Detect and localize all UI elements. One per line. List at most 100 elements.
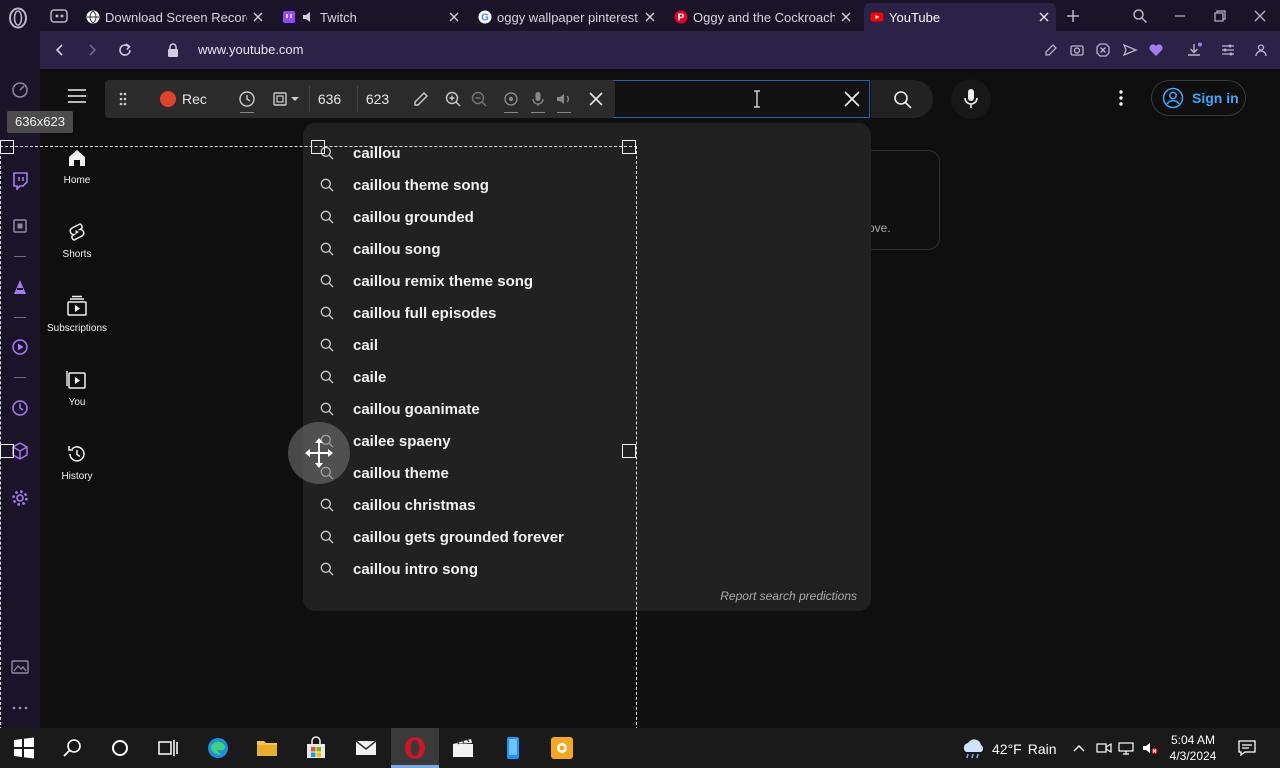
- suggestion-item[interactable]: caillou remix theme song: [303, 266, 871, 296]
- search-button[interactable]: [871, 80, 933, 118]
- chevron-up-icon[interactable]: [1071, 741, 1087, 755]
- drag-grip-icon[interactable]: [119, 91, 127, 107]
- meet-now-icon[interactable]: [1096, 741, 1112, 755]
- lock-icon[interactable]: [167, 43, 179, 57]
- resize-handle[interactable]: [0, 444, 14, 458]
- opera-logo-icon[interactable]: [8, 7, 28, 29]
- tab-island-icon[interactable]: [48, 6, 70, 26]
- chip-icon[interactable]: [10, 216, 30, 236]
- capture-height-field[interactable]: 623: [357, 86, 397, 112]
- new-tab-icon[interactable]: [1065, 8, 1081, 24]
- tab-download-screen-recorder[interactable]: Download Screen Recorder: [80, 3, 270, 31]
- suggestion-item[interactable]: caillou theme: [303, 458, 871, 488]
- suggestion-item[interactable]: caile: [303, 362, 871, 392]
- tab-oggy-cockroaches[interactable]: P Oggy and the Cockroaches: [668, 3, 858, 31]
- edge-icon[interactable]: [206, 736, 230, 760]
- nav-home[interactable]: Home: [40, 147, 114, 186]
- more-options-icon[interactable]: [1116, 88, 1126, 108]
- zoom-out-icon[interactable]: [470, 90, 488, 108]
- nav-subscriptions[interactable]: Subscriptions: [40, 295, 114, 334]
- resize-handle[interactable]: [622, 140, 636, 154]
- close-icon[interactable]: [1038, 11, 1050, 23]
- volume-muted-icon[interactable]: [1142, 741, 1158, 755]
- more-icon[interactable]: [10, 698, 30, 718]
- suggestion-item[interactable]: caillou song: [303, 234, 871, 264]
- record-button-label[interactable]: Rec: [182, 91, 207, 107]
- tab-youtube[interactable]: YouTube: [864, 3, 1056, 31]
- capture-area-icon[interactable]: [272, 90, 290, 108]
- restore-icon[interactable]: [1212, 8, 1228, 24]
- pencil-icon[interactable]: [412, 90, 430, 108]
- system-clock[interactable]: 5:04 AM 4/3/2024: [1168, 732, 1218, 764]
- tab-oggy-wallpaper[interactable]: G oggy wallpaper pinterest -: [472, 3, 662, 31]
- profile-icon[interactable]: [1253, 42, 1269, 58]
- suggestion-item[interactable]: caillou gets grounded forever: [303, 522, 871, 552]
- clear-search-icon[interactable]: [842, 89, 862, 109]
- easy-setup-icon[interactable]: [1220, 42, 1236, 58]
- close-window-icon[interactable]: [1252, 8, 1268, 24]
- suggestion-item[interactable]: cailee spaeny: [303, 426, 871, 456]
- webcam-icon[interactable]: [502, 90, 520, 108]
- download-icon[interactable]: [1186, 42, 1202, 58]
- suggestion-item[interactable]: caillou full episodes: [303, 298, 871, 328]
- send-icon[interactable]: [1122, 42, 1138, 58]
- voice-search-button[interactable]: [951, 79, 991, 119]
- resize-handle[interactable]: [622, 444, 636, 458]
- video-editor-icon[interactable]: [451, 736, 475, 760]
- adblock-icon[interactable]: [1095, 42, 1111, 58]
- camera-icon[interactable]: [1069, 42, 1085, 58]
- capture-width-field[interactable]: 636: [309, 86, 349, 112]
- settings-icon[interactable]: [10, 488, 30, 508]
- file-explorer-icon[interactable]: [255, 736, 279, 760]
- heart-icon[interactable]: [1148, 42, 1164, 58]
- menu-icon[interactable]: [68, 89, 86, 103]
- close-icon[interactable]: [840, 11, 852, 23]
- sign-in-button[interactable]: Sign in: [1151, 80, 1246, 116]
- nav-shorts[interactable]: Shorts: [40, 221, 114, 260]
- tab-twitch[interactable]: Twitch: [276, 3, 466, 31]
- cortana-icon[interactable]: [108, 736, 132, 760]
- suggestion-item[interactable]: caillou goanimate: [303, 394, 871, 424]
- move-region-handle[interactable]: [288, 422, 350, 484]
- forward-icon[interactable]: [84, 42, 100, 58]
- screen-recorder-icon[interactable]: [550, 736, 574, 760]
- close-icon[interactable]: [252, 11, 264, 23]
- search-icon[interactable]: [61, 736, 85, 760]
- suggestion-item[interactable]: caillou: [303, 138, 871, 168]
- suggestion-item[interactable]: caillou grounded: [303, 202, 871, 232]
- record-dot-icon[interactable]: [160, 91, 176, 107]
- speed-dial-icon[interactable]: [10, 80, 30, 100]
- phone-app-icon[interactable]: [501, 736, 525, 760]
- microphone-icon[interactable]: [529, 90, 547, 108]
- close-icon[interactable]: [587, 90, 605, 108]
- report-predictions-link[interactable]: Report search predictions: [720, 589, 857, 603]
- close-icon[interactable]: [644, 11, 656, 23]
- chevron-down-icon[interactable]: [290, 90, 300, 108]
- player-icon[interactable]: [10, 337, 30, 357]
- back-icon[interactable]: [52, 42, 68, 58]
- resize-handle[interactable]: [0, 140, 14, 154]
- url-field[interactable]: www.youtube.com: [198, 42, 304, 57]
- aria-ai-icon[interactable]: [10, 277, 30, 297]
- suggestion-item[interactable]: cail: [303, 330, 871, 360]
- suggestion-item[interactable]: caillou christmas: [303, 490, 871, 520]
- network-icon[interactable]: [1118, 741, 1134, 755]
- task-view-icon[interactable]: [156, 736, 180, 760]
- minimize-icon[interactable]: [1172, 8, 1188, 24]
- suggestion-item[interactable]: caillou theme song: [303, 170, 871, 200]
- gallery-icon[interactable]: [10, 657, 30, 677]
- opera-taskbar-icon[interactable]: [403, 736, 427, 760]
- suggestion-item[interactable]: caillou intro song: [303, 554, 871, 584]
- zoom-in-icon[interactable]: [444, 90, 462, 108]
- store-icon[interactable]: [304, 736, 328, 760]
- timer-icon[interactable]: [238, 90, 256, 108]
- notifications-icon[interactable]: [1238, 740, 1256, 756]
- mail-icon[interactable]: [354, 736, 378, 760]
- nav-history[interactable]: History: [40, 443, 114, 482]
- twitch-sidebar-icon[interactable]: [10, 170, 30, 190]
- nav-you[interactable]: You: [40, 369, 114, 408]
- close-icon[interactable]: [448, 11, 460, 23]
- reload-icon[interactable]: [117, 42, 133, 58]
- edit-page-icon[interactable]: [1043, 42, 1059, 58]
- resize-handle[interactable]: [311, 140, 325, 154]
